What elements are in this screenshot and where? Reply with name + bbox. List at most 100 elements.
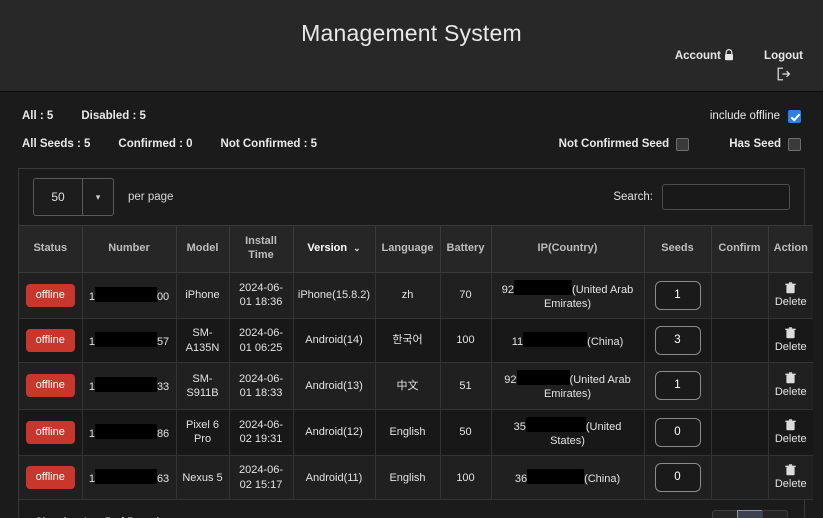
cell-battery: 100 [440, 319, 491, 363]
trash-icon [773, 372, 810, 384]
cell-seeds: 1 [644, 272, 711, 319]
per-page-select[interactable]: 50 ▾ [33, 178, 114, 216]
per-page-label: per page [128, 191, 173, 203]
stat-confirmed: Confirmed : 0 [118, 138, 192, 150]
cell-seeds: 3 [644, 319, 711, 363]
devices-table: Status Number ModelInstall TimeVersion⌄ Lan… [19, 225, 813, 500]
table-row: offline100iPhone2024-06-01 18:36iPhone(1… [19, 272, 813, 319]
cell-install-time: 2024-06-01 18:33 [229, 363, 293, 410]
delete-label: Delete [773, 295, 810, 309]
column-header-ip-country[interactable]: IP(Country) [491, 226, 644, 273]
cell-seeds: 0 [644, 409, 711, 456]
cell-confirm [711, 409, 768, 456]
delete-label: Delete [773, 385, 810, 399]
delete-label: Delete [773, 432, 810, 446]
cell-confirm [711, 272, 768, 319]
not-confirmed-seed-filter: Not Confirmed Seed [559, 138, 690, 151]
cell-number: 186 [82, 409, 176, 456]
cell-language: English [375, 409, 440, 456]
cell-number: 133 [82, 363, 176, 410]
seeds-button[interactable]: 0 [655, 418, 701, 447]
pagination-prev[interactable]: ‹ [712, 510, 738, 518]
delete-label: Delete [773, 340, 810, 354]
status-badge[interactable]: offline [26, 421, 75, 444]
redacted-number [95, 377, 157, 392]
logout-button[interactable]: Logout [764, 48, 803, 81]
column-header-action[interactable]: Action [768, 226, 813, 273]
number-suffix: 86 [157, 428, 169, 440]
status-badge[interactable]: offline [26, 284, 75, 307]
status-badge[interactable]: offline [26, 466, 75, 489]
column-header-status[interactable]: Status [19, 226, 82, 273]
cell-action[interactable]: Delete [768, 456, 813, 500]
cell-action[interactable]: Delete [768, 363, 813, 410]
pagination-next[interactable]: › [762, 510, 788, 518]
account-button[interactable]: Account [675, 48, 734, 65]
status-badge[interactable]: offline [26, 374, 75, 397]
cell-language: English [375, 456, 440, 500]
stats-row-2: All Seeds : 5 Confirmed : 0 Not Confirme… [22, 130, 801, 158]
trash-icon [773, 419, 810, 431]
cell-action[interactable]: Delete [768, 319, 813, 363]
stat-not-confirmed: Not Confirmed : 5 [221, 138, 317, 150]
cell-number: 100 [82, 272, 176, 319]
stat-disabled: Disabled : 5 [81, 110, 146, 122]
status-badge[interactable]: offline [26, 329, 75, 352]
number-suffix: 63 [157, 473, 169, 485]
cell-install-time: 2024-06-01 18:36 [229, 272, 293, 319]
column-header-label: Language [382, 242, 434, 254]
trash-icon [773, 282, 810, 294]
cell-ip-country: 92(United Arab Emirates) [491, 272, 644, 319]
cell-action[interactable]: Delete [768, 409, 813, 456]
not-confirmed-seed-checkbox[interactable] [676, 138, 689, 151]
ip-prefix: 11 [512, 336, 523, 348]
include-offline-checkbox[interactable] [788, 110, 801, 123]
stat-all: All : 5 [22, 110, 53, 122]
column-header-battery[interactable]: Battery [440, 226, 491, 273]
column-header-language[interactable]: Language [375, 226, 440, 273]
column-header-number[interactable]: Number [82, 226, 176, 273]
seeds-button[interactable]: 3 [655, 326, 701, 355]
seeds-button[interactable]: 1 [655, 371, 701, 400]
pagination-page-1[interactable]: 1 [737, 510, 763, 518]
cell-battery: 51 [440, 363, 491, 410]
account-label: Account [675, 50, 721, 62]
stat-all-seeds: All Seeds : 5 [22, 138, 90, 150]
has-seed-label: Has Seed [729, 138, 781, 150]
stats-filter-bar: All : 5 Disabled : 5 include offline All… [0, 92, 823, 162]
cell-action[interactable]: Delete [768, 272, 813, 319]
stats-row-1: All : 5 Disabled : 5 include offline [22, 102, 801, 130]
ip-country-label: (China) [587, 336, 623, 348]
redacted-ip [527, 469, 584, 484]
column-header-version[interactable]: Version⌄ [293, 226, 375, 273]
include-offline-group: include offline [710, 110, 801, 123]
cell-language: zh [375, 272, 440, 319]
cell-status: offline [19, 319, 82, 363]
column-header-label: Number [108, 242, 150, 254]
seeds-button[interactable]: 0 [655, 463, 701, 492]
column-header-seeds[interactable]: Seeds [644, 226, 711, 273]
include-offline-label: include offline [710, 110, 780, 122]
cell-model: SM-S911B [176, 363, 229, 410]
cell-confirm [711, 456, 768, 500]
redacted-ip [526, 417, 586, 432]
lock-icon [724, 49, 734, 61]
table-row: offline163Nexus 52024-06-02 15:17Android… [19, 456, 813, 500]
cell-status: offline [19, 409, 82, 456]
search-input[interactable] [662, 184, 790, 210]
column-header-label: Confirm [718, 242, 760, 254]
cell-install-time: 2024-06-02 15:17 [229, 456, 293, 500]
cell-version: iPhone(15.8.2) [293, 272, 375, 319]
column-header-install-time[interactable]: Install Time [229, 226, 293, 273]
cell-confirm [711, 319, 768, 363]
seeds-button[interactable]: 1 [655, 281, 701, 310]
cell-confirm [711, 363, 768, 410]
column-header-model[interactable]: Model [176, 226, 229, 273]
column-header-confirm[interactable]: Confirm [711, 226, 768, 273]
has-seed-checkbox[interactable] [788, 138, 801, 151]
chevron-down-icon: ▾ [82, 179, 113, 215]
search-area: Search: [613, 184, 790, 210]
redacted-ip [514, 280, 572, 295]
cell-ip-country: 92(United Arab Emirates) [491, 363, 644, 410]
search-label: Search: [613, 191, 653, 203]
